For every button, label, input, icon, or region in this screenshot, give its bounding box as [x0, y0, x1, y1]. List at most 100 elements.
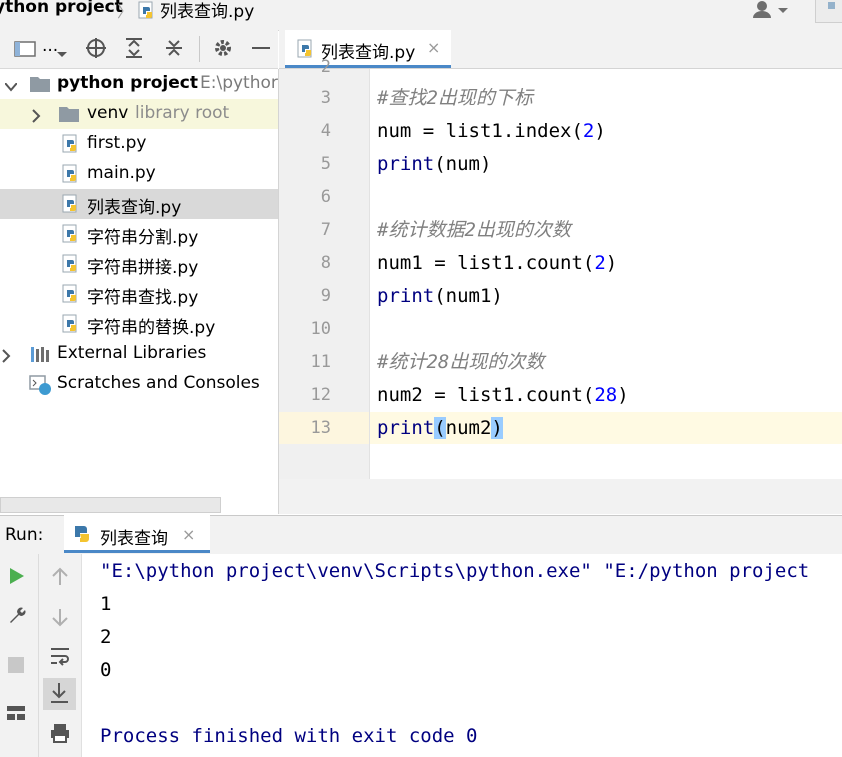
- wrench-icon[interactable]: [7, 605, 27, 630]
- tree-item-file[interactable]: 字符串查找.py: [0, 279, 278, 309]
- console-line: "E:\python project\venv\Scripts\python.e…: [100, 560, 810, 582]
- tree-item-label: 字符串的替换.py: [87, 318, 216, 338]
- run-icon[interactable]: [9, 567, 25, 590]
- tab-label: 列表查询.py: [321, 43, 416, 63]
- tree-item-label: venv: [87, 103, 129, 123]
- tree-item-label: 字符串查找.py: [87, 288, 199, 308]
- tree-item-label: python project: [57, 73, 198, 93]
- console-toolbar: [39, 554, 82, 757]
- python-file-icon: [62, 314, 80, 339]
- toolbar-python-icon[interactable]: [815, 0, 842, 23]
- code-line: print(num): [377, 153, 492, 175]
- print-icon[interactable]: [49, 722, 71, 749]
- chevron-right-icon[interactable]: [32, 108, 42, 128]
- close-icon[interactable]: ×: [182, 525, 195, 544]
- folder-icon: [59, 105, 79, 127]
- breadcrumb-project[interactable]: ython project: [0, 0, 123, 17]
- user-icon[interactable]: [752, 0, 792, 25]
- scratches-icon: [29, 374, 53, 401]
- editor-empty-area: [279, 479, 842, 514]
- python-file-icon: [138, 1, 156, 24]
- chevron-down-icon[interactable]: [4, 78, 18, 98]
- chevron-right-icon[interactable]: [2, 348, 12, 368]
- tree-item-venv[interactable]: venv library root: [0, 99, 278, 129]
- line-number: 9: [320, 286, 331, 306]
- tree-item-scratches[interactable]: Scratches and Consoles: [0, 369, 278, 399]
- project-view-icon[interactable]: [14, 40, 36, 63]
- run-tab[interactable]: 列表查询 ×: [64, 515, 210, 553]
- line-number: 2: [320, 57, 331, 77]
- library-icon: [30, 345, 50, 368]
- code-line: print(num2): [377, 417, 503, 439]
- expand-all-icon[interactable]: [124, 38, 144, 63]
- locate-file-icon[interactable]: [85, 37, 107, 64]
- python-file-icon: [62, 134, 80, 159]
- tree-item-file[interactable]: 字符串拼接.py: [0, 249, 278, 279]
- python-file-icon: [62, 224, 80, 249]
- minimize-icon[interactable]: [252, 47, 270, 49]
- console-line: 2: [100, 626, 112, 648]
- line-number: 8: [320, 253, 331, 273]
- breadcrumb-file[interactable]: 列表查询.py: [160, 0, 254, 22]
- code-line: #查找2出现的下标: [377, 87, 533, 109]
- tree-item-project-root[interactable]: python project E:\pythor: [0, 69, 278, 99]
- line-number: 7: [320, 220, 331, 240]
- collapse-all-icon[interactable]: [164, 38, 184, 63]
- tree-item-file[interactable]: 字符串的替换.py: [0, 309, 278, 339]
- line-number: 3: [320, 88, 331, 108]
- run-label: Run:: [5, 525, 44, 545]
- console-line: 1: [100, 593, 112, 615]
- tree-item-external-libraries[interactable]: External Libraries: [0, 339, 278, 369]
- tree-item-file[interactable]: main.py: [0, 159, 278, 189]
- code-line: #统计数据2出现的次数: [377, 219, 571, 241]
- line-number: 11: [310, 352, 331, 372]
- python-file-icon: [62, 164, 80, 189]
- tree-item-label: 字符串分割.py: [87, 228, 199, 248]
- tree-item-label: main.py: [87, 163, 156, 183]
- line-number: 13: [310, 418, 331, 438]
- tree-item-file[interactable]: 字符串分割.py: [0, 219, 278, 249]
- code-line: print(num1): [377, 285, 503, 307]
- line-number: 10: [310, 319, 331, 339]
- horizontal-scrollbar[interactable]: [0, 497, 221, 513]
- breadcrumb-separator: 〉: [117, 2, 134, 21]
- run-tab-label: 列表查询: [100, 529, 168, 549]
- tree-item-path: E:\pythor: [200, 73, 278, 93]
- tree-item-label: first.py: [87, 133, 147, 153]
- close-icon[interactable]: ×: [427, 38, 440, 57]
- tree-item-label: 列表查询.py: [87, 198, 182, 218]
- folder-icon: [30, 75, 50, 97]
- scroll-to-end-toggle[interactable]: [43, 678, 76, 710]
- console-line: 0: [100, 659, 112, 681]
- tree-item-file-selected[interactable]: 列表查询.py: [0, 189, 278, 219]
- line-number: 5: [320, 154, 331, 174]
- project-toolbar: ...: [0, 30, 278, 69]
- gear-icon[interactable]: [212, 37, 234, 64]
- arrow-down-icon[interactable]: [51, 607, 69, 632]
- code-line: num1 = list1.count(2): [377, 252, 618, 274]
- toolbar-divider: [199, 36, 200, 62]
- run-toolbar: [0, 554, 39, 757]
- code-line: num = list1.index(2): [377, 120, 606, 142]
- tree-item-hint: library root: [135, 103, 230, 123]
- tree-item-file[interactable]: first.py: [0, 129, 278, 159]
- python-file-icon: [62, 194, 80, 219]
- run-tab-indicator: [64, 550, 210, 553]
- line-number: 4: [320, 121, 331, 141]
- chevron-down-icon[interactable]: [56, 44, 68, 64]
- arrow-up-icon[interactable]: [51, 567, 69, 592]
- python-icon: [71, 523, 93, 550]
- tree-item-label: Scratches and Consoles: [57, 373, 260, 393]
- code-line: #统计28出现的次数: [377, 351, 545, 373]
- python-file-icon: [62, 254, 80, 279]
- soft-wrap-icon[interactable]: [49, 646, 71, 671]
- python-file-icon: [62, 284, 80, 309]
- layout-icon[interactable]: [6, 705, 26, 726]
- stop-icon[interactable]: [8, 657, 24, 673]
- tree-item-label: External Libraries: [57, 343, 207, 363]
- code-line: num2 = list1.count(28): [377, 384, 629, 406]
- console-line: Process finished with exit code 0: [100, 725, 478, 747]
- project-tree: python project E:\pythor venv library ro…: [0, 69, 279, 514]
- line-number: 6: [320, 187, 331, 207]
- line-number: 12: [310, 385, 331, 405]
